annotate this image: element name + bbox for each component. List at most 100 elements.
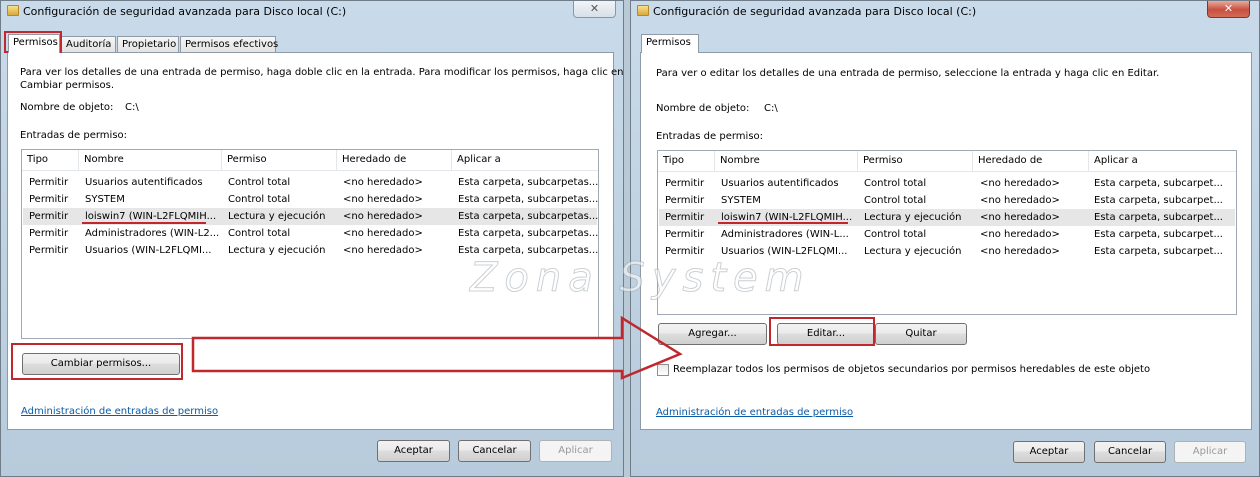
description-text: Para ver los detalles de una entrada de … — [20, 67, 624, 78]
cell-heredado: <no heredado> — [980, 178, 1060, 189]
tab-permisos[interactable]: Permisos — [641, 34, 699, 53]
cell-nombre: SYSTEM — [721, 195, 761, 206]
permission-entries-list[interactable]: Tipo Nombre Permiso Heredado de Aplicar … — [21, 149, 599, 339]
cell-aplicar: Esta carpeta, subcarpet... — [1094, 246, 1223, 257]
cell-heredado: <no heredado> — [980, 195, 1060, 206]
cell-tipo: Permitir — [665, 229, 705, 240]
column-header-tipo[interactable]: Tipo — [22, 150, 79, 171]
tab-auditoria[interactable]: Auditoría — [61, 36, 116, 53]
column-header-permiso[interactable]: Permiso — [222, 150, 337, 171]
cell-aplicar: Esta carpeta, subcarpetas... — [458, 177, 598, 188]
table-row[interactable]: Permitir Usuarios autentificados Control… — [659, 175, 1235, 192]
ok-button[interactable]: Aceptar — [1013, 441, 1085, 463]
right-window-title: Configuración de seguridad avanzada para… — [653, 5, 977, 18]
cell-tipo: Permitir — [665, 212, 705, 223]
replace-permissions-label[interactable]: Reemplazar todos los permisos de objetos… — [673, 364, 1150, 375]
table-row[interactable]: Permitir SYSTEM Control total <no hereda… — [23, 191, 598, 208]
entries-label: Entradas de permiso: — [20, 130, 128, 141]
cell-permiso: Control total — [864, 178, 927, 189]
arrow-annotation — [191, 316, 683, 380]
apply-button[interactable]: Aplicar — [1174, 441, 1246, 463]
cell-nombre: Usuarios autentificados — [85, 177, 203, 188]
ok-button[interactable]: Aceptar — [377, 440, 450, 462]
permission-admin-link[interactable]: Administración de entradas de permiso — [656, 407, 853, 418]
cell-permiso: Control total — [864, 195, 927, 206]
cell-tipo: Permitir — [29, 194, 69, 205]
column-header-aplicar[interactable]: Aplicar a — [452, 150, 598, 171]
cell-aplicar: Esta carpeta, subcarpet... — [1094, 229, 1223, 240]
object-name-label: Nombre de objeto: — [656, 103, 750, 114]
edit-button[interactable]: Editar... — [777, 323, 875, 345]
cell-heredado: <no heredado> — [343, 211, 423, 222]
cell-tipo: Permitir — [29, 177, 69, 188]
cell-heredado: <no heredado> — [343, 194, 423, 205]
left-titlebar[interactable]: Configuración de seguridad avanzada para… — [1, 1, 623, 23]
cell-nombre: Administradores (WIN-L... — [721, 229, 849, 240]
cell-tipo: Permitir — [665, 195, 705, 206]
object-name-label: Nombre de objeto: — [20, 102, 114, 113]
apply-button[interactable]: Aplicar — [539, 440, 612, 462]
left-window-title: Configuración de seguridad avanzada para… — [23, 5, 347, 18]
description-text: Para ver o editar los detalles de una en… — [656, 68, 1160, 79]
tab-permisos[interactable]: Permisos — [8, 34, 60, 53]
underline-left-selected-user — [82, 222, 206, 224]
right-titlebar[interactable]: Configuración de seguridad avanzada para… — [631, 1, 1259, 23]
table-row[interactable]: Permitir Usuarios autentificados Control… — [23, 174, 598, 191]
cell-permiso: Control total — [864, 229, 927, 240]
right-tab-panel: Para ver o editar los detalles de una en… — [640, 52, 1252, 430]
column-header-aplicar[interactable]: Aplicar a — [1089, 151, 1236, 172]
cell-permiso: Control total — [228, 194, 291, 205]
cell-permiso: Lectura y ejecución — [228, 211, 326, 222]
cell-nombre: Administradores (WIN-L2... — [85, 228, 219, 239]
folder-icon — [7, 5, 19, 16]
column-header-nombre[interactable]: Nombre — [79, 150, 222, 171]
column-header-heredado[interactable]: Heredado de — [973, 151, 1089, 172]
cell-aplicar: Esta carpeta, subcarpetas... — [458, 194, 598, 205]
cell-tipo: Permitir — [29, 245, 69, 256]
cancel-button[interactable]: Cancelar — [1094, 441, 1166, 463]
watermark-text: Zona System — [470, 255, 811, 302]
remove-button[interactable]: Quitar — [875, 323, 967, 345]
cell-heredado: <no heredado> — [980, 229, 1060, 240]
object-name-value: C:\ — [764, 103, 778, 114]
object-name-value: C:\ — [125, 102, 139, 113]
cell-permiso: Lectura y ejecución — [864, 212, 962, 223]
cell-nombre: SYSTEM — [85, 194, 125, 205]
left-dialog: Configuración de seguridad avanzada para… — [0, 0, 624, 477]
cancel-button[interactable]: Cancelar — [458, 440, 531, 462]
cell-nombre: Usuarios (WIN-L2FLQMI... — [85, 245, 212, 256]
cell-aplicar: Esta carpeta, subcarpet... — [1094, 178, 1223, 189]
cell-tipo: Permitir — [29, 211, 69, 222]
arrow-shape — [191, 316, 683, 380]
cell-nombre: Usuarios autentificados — [721, 178, 839, 189]
table-row[interactable]: Permitir Administradores (WIN-L... Contr… — [659, 226, 1235, 243]
entries-label: Entradas de permiso: — [656, 131, 764, 142]
cell-permiso: Control total — [228, 228, 291, 239]
change-permissions-button[interactable]: Cambiar permisos... — [22, 353, 180, 375]
table-row[interactable]: Permitir Administradores (WIN-L2... Cont… — [23, 225, 598, 242]
right-dialog: Configuración de seguridad avanzada para… — [630, 0, 1260, 477]
table-row[interactable]: Permitir SYSTEM Control total <no hereda… — [659, 192, 1235, 209]
column-header-nombre[interactable]: Nombre — [715, 151, 858, 172]
column-header-permiso[interactable]: Permiso — [858, 151, 973, 172]
close-button[interactable]: ✕ — [1207, 1, 1250, 18]
cell-tipo: Permitir — [665, 178, 705, 189]
description-text-2: Cambiar permisos. — [20, 80, 115, 91]
underline-right-selected-user — [718, 222, 848, 224]
folder-icon — [637, 5, 649, 16]
cell-aplicar: Esta carpeta, subcarpet... — [1094, 212, 1223, 223]
column-header-tipo[interactable]: Tipo — [658, 151, 715, 172]
list-header: Tipo Nombre Permiso Heredado de Aplicar … — [658, 151, 1236, 172]
list-header: Tipo Nombre Permiso Heredado de Aplicar … — [22, 150, 598, 171]
cell-aplicar: Esta carpeta, subcarpetas... — [458, 228, 598, 239]
close-button[interactable]: ✕ — [573, 1, 616, 18]
cell-heredado: <no heredado> — [980, 246, 1060, 257]
cell-permiso: Control total — [228, 177, 291, 188]
tab-permisos-efectivos[interactable]: Permisos efectivos — [180, 36, 278, 53]
column-header-heredado[interactable]: Heredado de — [337, 150, 452, 171]
cell-heredado: <no heredado> — [980, 212, 1060, 223]
cell-heredado: <no heredado> — [343, 177, 423, 188]
cell-heredado: <no heredado> — [343, 228, 423, 239]
tab-propietario[interactable]: Propietario — [117, 36, 179, 53]
permission-admin-link[interactable]: Administración de entradas de permiso — [21, 406, 218, 417]
